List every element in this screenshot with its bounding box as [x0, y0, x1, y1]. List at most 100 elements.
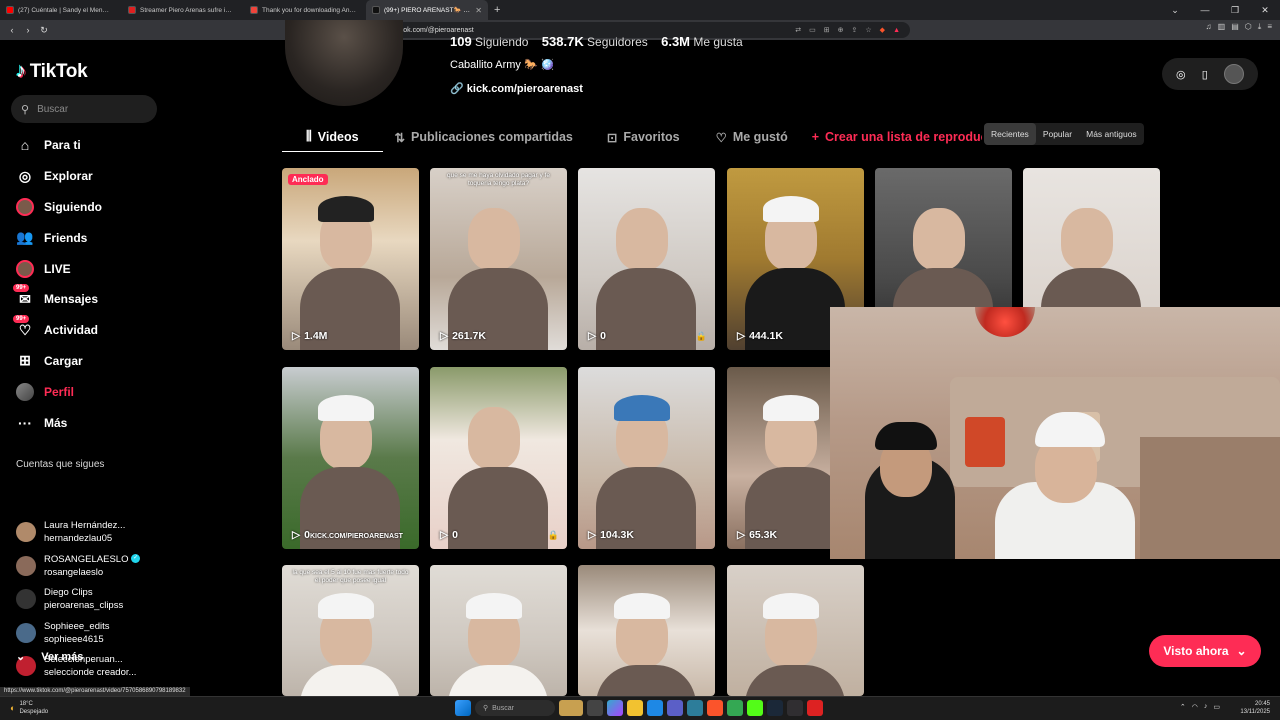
video-thumbnail[interactable]: la que sea el 5 al 10 fue mas fuerte tod… [282, 565, 419, 696]
sidebar-item-live[interactable]: LIVE [0, 253, 170, 284]
taskbar-search[interactable]: ⚲ Buscar [475, 700, 555, 716]
sort-popular[interactable]: Popular [1036, 123, 1079, 145]
search-input[interactable]: ⚲ Buscar [11, 95, 157, 123]
store-icon[interactable] [687, 700, 703, 716]
tab-videos[interactable]: ⫼ Videos [282, 122, 383, 152]
sidebar-item-perfil[interactable]: Perfil [0, 376, 170, 407]
sidebar-item-explorar[interactable]: ◎ Explorar [0, 161, 170, 192]
notification-badge: 99+ [13, 284, 30, 293]
download-icon[interactable]: ⤓ [1258, 22, 1262, 32]
weather-widget[interactable]: ◐ 18°C Despejado [10, 700, 48, 716]
back-button[interactable]: ‹ [4, 25, 20, 35]
create-playlist-button[interactable]: + Crear una lista de reproducción [802, 122, 982, 152]
sidebar-item-mensajes[interactable]: ✉ 99+ Mensajes [0, 284, 170, 315]
wallet-icon[interactable]: ▤ [1231, 22, 1239, 32]
device-icon[interactable]: ▯ [1202, 68, 1208, 81]
explore-compass-icon[interactable]: ◎ [1176, 68, 1186, 81]
translate-icon[interactable]: ⇄ [795, 26, 801, 34]
following-account[interactable]: Laura Hernández... hernandezlau05 [16, 519, 166, 545]
heart-outline-icon: ♡ [715, 130, 727, 145]
new-tab-button[interactable]: + [494, 4, 500, 16]
tiktok-logo[interactable]: ♪ TikTok [16, 60, 88, 83]
video-thumbnail[interactable]: ▷ 0 🔒 [578, 168, 715, 350]
following-account[interactable]: ROSANGELAESLO ✓ rosangelaeslo [16, 553, 166, 579]
close-tab-icon[interactable]: ✕ [475, 6, 482, 15]
sidebar-toggle-icon[interactable]: ▥ [1218, 22, 1226, 32]
sidebar-item-actividad[interactable]: ♡ 99+ Actividad [0, 315, 170, 346]
tray-chevron-icon[interactable]: ⌃ [1180, 703, 1186, 711]
sidebar-item-siguiendo[interactable]: Siguiendo [0, 192, 170, 223]
windows-start-icon[interactable] [455, 700, 471, 716]
video-thumbnail[interactable]: que se me haya olvidado pagar y fe toque… [430, 168, 567, 350]
thumbnail-cap [318, 593, 374, 619]
account-avatar [16, 622, 36, 643]
volume-icon[interactable]: ♪ [1204, 703, 1208, 711]
play-icon: ▷ [440, 529, 449, 541]
tab-favorites[interactable]: ⊡ Favoritos [597, 122, 690, 152]
cast-icon[interactable]: ▭ [809, 26, 816, 34]
install-icon[interactable]: ⊞ [824, 26, 830, 34]
video-thumbnail[interactable] [578, 565, 715, 696]
app-red-icon[interactable] [807, 700, 823, 716]
video-thumbnail[interactable]: ▷ 0 🔒 [430, 367, 567, 549]
tab-shared[interactable]: ⇅ Publicaciones compartidas [385, 122, 583, 152]
browser-tab[interactable]: (99+) PIERO ARENAST🐎 (@piero ✕ [366, 0, 488, 20]
close-window-button[interactable]: ✕ [1250, 0, 1280, 20]
browser-tab[interactable]: Thank you for downloading AnyDesk [244, 0, 366, 20]
following-account[interactable]: Diego Clips pieroarenas_clipss [16, 586, 166, 612]
profile-avatar[interactable] [285, 20, 403, 106]
video-thumbnail[interactable] [727, 565, 864, 696]
forward-button[interactable]: › [20, 25, 36, 35]
vpn-icon[interactable]: ⬡ [1245, 22, 1252, 32]
tab-favicon-icon [372, 6, 380, 14]
network-icon[interactable]: ◠ [1192, 703, 1198, 711]
clock[interactable]: 20:45 13/11/2025 [1240, 700, 1270, 716]
kick-icon[interactable] [747, 700, 763, 716]
sidebar-item-cargar[interactable]: ⊞ Cargar [0, 346, 170, 377]
music-icon[interactable]: ♫ [1206, 22, 1212, 32]
tab-liked[interactable]: ♡ Me gustó [706, 122, 798, 152]
share-icon[interactable]: ⇪ [852, 26, 858, 34]
maximize-button[interactable]: ❐ [1220, 0, 1250, 20]
sort-oldest[interactable]: Más antiguos [1079, 123, 1144, 145]
video-thumbnail[interactable]: ▷ 104.3K [578, 367, 715, 549]
thumbnail-cap [763, 395, 819, 421]
menu-icon[interactable]: ≡ [1267, 22, 1272, 32]
obs-icon[interactable] [787, 700, 803, 716]
task-view-icon[interactable] [587, 700, 603, 716]
teams-icon[interactable] [667, 700, 683, 716]
reload-button[interactable]: ↻ [36, 25, 52, 36]
brave-icon[interactable] [707, 700, 723, 716]
minimize-button[interactable]: — [1190, 0, 1220, 20]
brave-rewards-icon[interactable]: ▲ [893, 27, 900, 34]
sidebar-item-para-ti[interactable]: ⌂ Para ti [0, 130, 170, 161]
edge-icon[interactable] [647, 700, 663, 716]
brave-shield-icon[interactable]: ◆ [880, 26, 885, 34]
widgets-icon[interactable] [559, 700, 583, 716]
following-label[interactable]: Siguiendo [475, 35, 528, 49]
followers-label[interactable]: Seguidores [587, 35, 648, 49]
steam-icon[interactable] [767, 700, 783, 716]
browser-tab[interactable]: (27) Cuéntale | Sandy el Menor (Aud [0, 0, 122, 20]
battery-icon[interactable]: ▭ [1213, 703, 1220, 711]
video-thumbnail[interactable]: Anclado ▷ 1.4M [282, 168, 419, 350]
chrome-icon[interactable] [727, 700, 743, 716]
sort-recent[interactable]: Recientes [984, 123, 1036, 145]
visto-ahora-button[interactable]: Visto ahora ⌄ [1149, 635, 1261, 667]
profile-link[interactable]: 🔗 kick.com/pieroarenast [450, 82, 583, 95]
see-more-button[interactable]: ⌄ Ver más [16, 650, 83, 664]
copilot-icon[interactable] [607, 700, 623, 716]
video-thumbnail[interactable] [430, 565, 567, 696]
tab-search-icon[interactable]: ⌄ [1160, 0, 1190, 20]
zoom-icon[interactable]: ⊕ [838, 26, 844, 34]
browser-tab[interactable]: Streamer Piero Arenas sufre intento [122, 0, 244, 20]
sidebar-item-más[interactable]: ··· Más [0, 407, 170, 438]
following-account[interactable]: Sophieee_edits sophieee4615 [16, 620, 166, 646]
thumbnail-cap [318, 196, 374, 222]
video-thumbnail[interactable]: KICK.COM/PIEROARENAST ▷ 0 [282, 367, 419, 549]
sidebar-item-friends[interactable]: 👥 Friends [0, 222, 170, 253]
user-avatar[interactable] [1223, 64, 1244, 84]
star-icon[interactable]: ☆ [865, 26, 871, 34]
floating-stream-overlay[interactable] [830, 307, 1280, 559]
explorer-icon[interactable] [627, 700, 643, 716]
